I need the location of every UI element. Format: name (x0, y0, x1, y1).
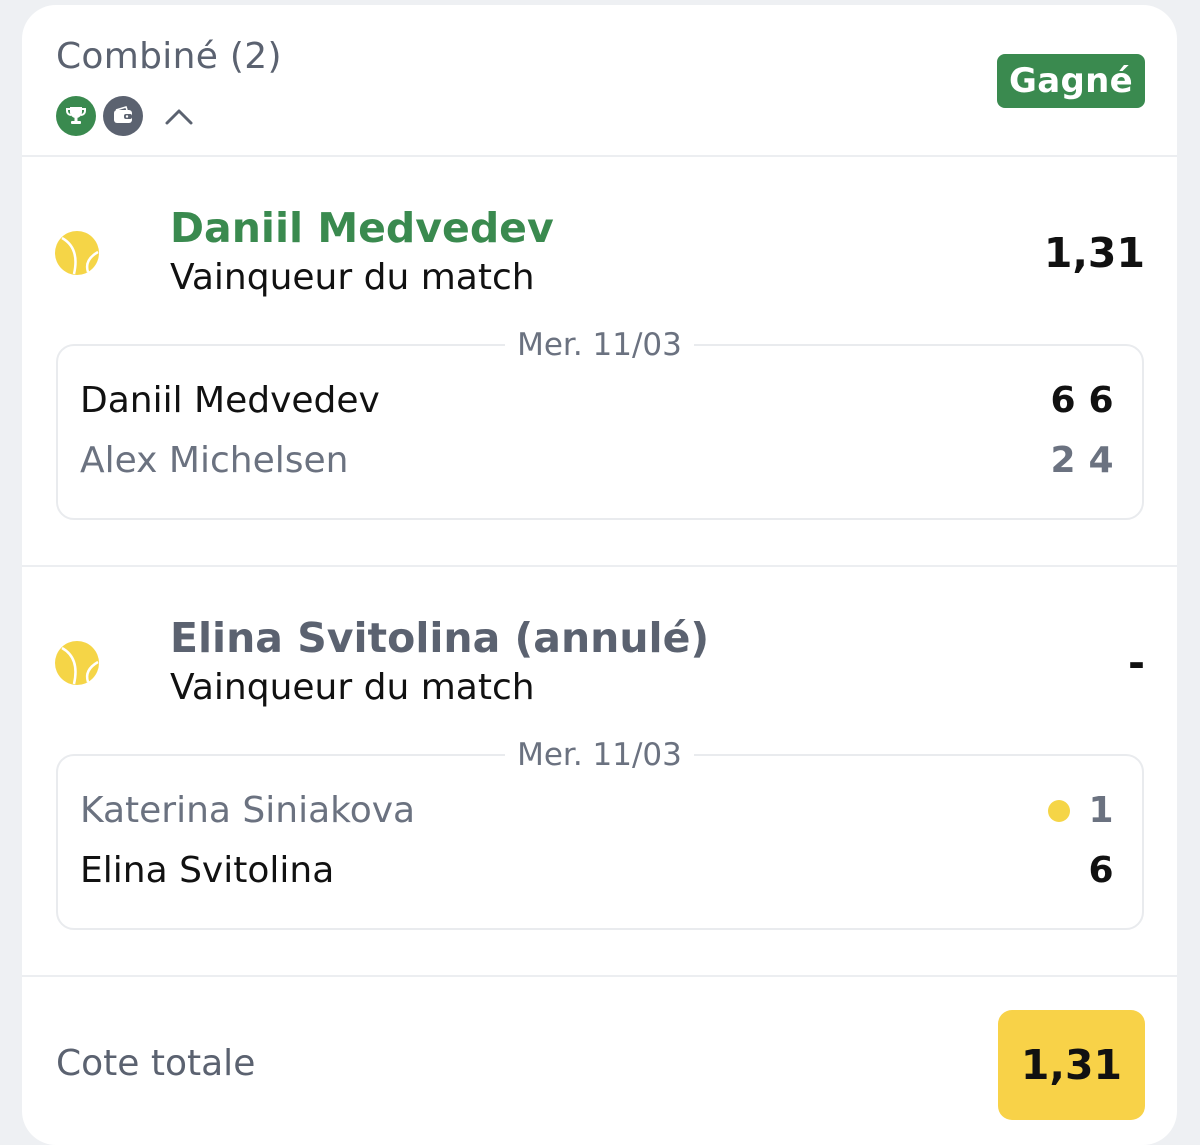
set-score: 6 (1088, 380, 1114, 421)
divider (22, 155, 1177, 157)
player-score: 2 4 (1044, 440, 1120, 481)
divider (22, 975, 1177, 977)
player-name: Katerina Siniakova (80, 790, 416, 831)
header-icons (56, 96, 194, 136)
player-row: Alex Michelsen 2 4 (80, 440, 1120, 490)
trophy-icon (56, 96, 96, 136)
match-scoreboard[interactable]: Katerina Siniakova 1 Elina Svitolina 6 (56, 754, 1144, 930)
player-name: Elina Svitolina (80, 850, 335, 891)
set-score: 2 (1050, 440, 1076, 481)
selection-name: Elina Svitolina (annulé) (170, 614, 710, 662)
status-badge: Gagné (997, 54, 1145, 108)
set-score: 4 (1088, 440, 1114, 481)
player-row: Katerina Siniakova 1 (80, 790, 1120, 840)
player-score: 6 6 (1044, 380, 1120, 421)
bet-card: Combiné (2) Gagné Daniil Medvedev Vainqu… (22, 5, 1177, 1145)
set-score: 1 (1088, 790, 1114, 831)
selection-market: Vainqueur du match (170, 667, 535, 708)
match-date: Mer. 11/03 (22, 737, 1177, 773)
player-name: Daniil Medvedev (80, 380, 380, 421)
player-row: Elina Svitolina 6 (80, 850, 1120, 900)
selection-name: Daniil Medvedev (170, 204, 554, 252)
total-odds-value: 1,31 (998, 1010, 1145, 1120)
player-name: Alex Michelsen (80, 440, 349, 481)
tennis-ball-icon (55, 641, 99, 685)
wallet-icon (103, 96, 143, 136)
set-score: 6 (1050, 380, 1076, 421)
divider (22, 565, 1177, 567)
player-score: 6 (1082, 850, 1120, 891)
selection-odds: 1,31 (1043, 229, 1145, 277)
match-date: Mer. 11/03 (22, 327, 1177, 363)
bet-header[interactable]: Combiné (2) Gagné (22, 5, 1177, 157)
total-odds-label: Cote totale (56, 1043, 256, 1084)
set-score: 6 (1088, 850, 1114, 891)
selection-odds: - (1127, 639, 1145, 687)
chevron-up-icon[interactable] (164, 106, 194, 126)
bet-title: Combiné (2) (56, 36, 282, 77)
serving-indicator-icon (1048, 799, 1070, 822)
match-scoreboard[interactable]: Daniil Medvedev 6 6 Alex Michelsen 2 4 (56, 344, 1144, 520)
player-score: 1 (1048, 790, 1120, 831)
tennis-ball-icon (55, 231, 99, 275)
selection-market: Vainqueur du match (170, 257, 535, 298)
player-row: Daniil Medvedev 6 6 (80, 380, 1120, 430)
